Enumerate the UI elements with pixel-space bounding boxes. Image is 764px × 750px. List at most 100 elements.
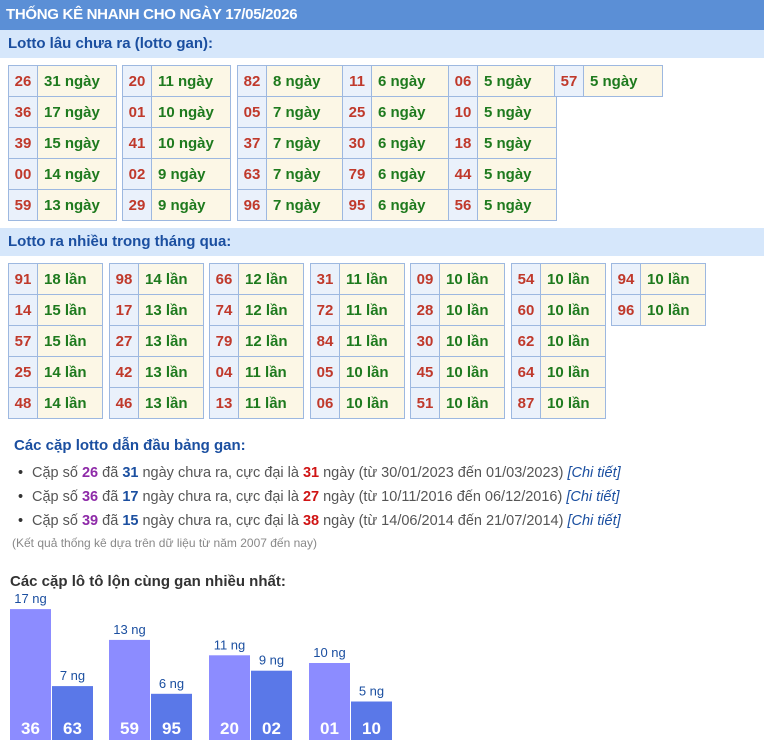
table-row: 87 10 lần [511, 387, 606, 419]
gan-count: 8 ngày [266, 65, 346, 97]
freq-count: 10 lần [540, 263, 606, 295]
bar-pair-label: 02 [262, 719, 281, 738]
gan-count: 6 ngày [371, 127, 451, 159]
gan-count: 10 ngày [151, 96, 231, 128]
lotto-number: 27 [109, 325, 139, 357]
table-row: 79 12 lần [209, 325, 304, 357]
table-row: 37 7 ngày [237, 127, 346, 159]
detail-link[interactable]: [Chi tiết] [567, 465, 620, 481]
gan-count: 5 ngày [477, 96, 557, 128]
lotto-number: 96 [237, 189, 267, 221]
bar-pair-label: 20 [220, 719, 239, 738]
freq-count: 10 lần [540, 387, 606, 419]
lotto-number: 96 [611, 294, 641, 326]
data-note: (Kết quả thống kê dựa trên dữ liệu từ nă… [12, 536, 317, 550]
freq-count: 11 lần [238, 387, 304, 419]
gan-pairs-chart: 17 ng 36 7 ng 63 13 ng 59 6 ng 95 11 ng 20 9 ng 02 1… [10, 591, 392, 740]
gan-count: 6 ngày [371, 158, 451, 190]
bar-pair-label: 36 [21, 719, 40, 738]
lotto-number: 41 [122, 127, 152, 159]
table-row: 95 6 ngày [342, 189, 451, 221]
table-row: 74 12 lần [209, 294, 304, 326]
gan-table: 11 6 ngày 25 6 ngày 30 6 ngày 79 6 ngày 95 6 ngày [342, 65, 451, 221]
lotto-number: 66 [209, 263, 239, 295]
page-title: THỐNG KÊ NHANH CHO NGÀY 17/05/2026 [0, 0, 764, 30]
table-row: 41 10 ngày [122, 127, 231, 159]
lotto-number: 05 [237, 96, 267, 128]
gan-count: 6 ngày [371, 65, 451, 97]
freq-count: 13 lần [138, 356, 204, 388]
freq-count: 13 lần [138, 294, 204, 326]
gan-count: 7 ngày [266, 96, 346, 128]
pair-item: Cặp số 26 đã 31 ngày chưa ra, cực đại là… [14, 461, 754, 485]
gan-count: 11 ngày [151, 65, 231, 97]
gan-count: 15 ngày [37, 127, 117, 159]
bar-pair-label: 10 [362, 719, 381, 738]
freq-section-title: Lotto ra nhiều trong tháng qua: [0, 228, 764, 256]
lotto-number: 29 [122, 189, 152, 221]
freq-count: 11 lần [238, 356, 304, 388]
lotto-number: 42 [109, 356, 139, 388]
lotto-number: 37 [237, 127, 267, 159]
freq-count: 11 lần [339, 263, 405, 295]
gan-count: 17 ngày [37, 96, 117, 128]
lotto-number: 91 [8, 263, 38, 295]
detail-link[interactable]: [Chi tiết] [567, 513, 620, 529]
chart-title: Các cặp lô tô lộn cùng gan nhiều nhất: [10, 573, 286, 590]
gan-count: 7 ngày [266, 127, 346, 159]
freq-count: 10 lần [640, 294, 706, 326]
freq-count: 18 lần [37, 263, 103, 295]
gan-table: 26 31 ngày 36 17 ngày 39 15 ngày 00 14 ngày 59 13… [8, 65, 117, 221]
table-row: 51 10 lần [410, 387, 505, 419]
table-row: 57 15 lần [8, 325, 103, 357]
lotto-number: 14 [8, 294, 38, 326]
bar-value-label: 7 ng [60, 668, 85, 683]
lotto-number: 11 [342, 65, 372, 97]
lotto-number: 72 [310, 294, 340, 326]
table-row: 29 9 ngày [122, 189, 231, 221]
table-row: 31 11 lần [310, 263, 405, 295]
lotto-number: 05 [310, 356, 340, 388]
freq-count: 12 lần [238, 294, 304, 326]
table-row: 48 14 lần [8, 387, 103, 419]
freq-count: 10 lần [439, 263, 505, 295]
bar-value-label: 11 ng [214, 637, 246, 652]
freq-table: 91 18 lần 14 15 lần 57 15 lần 25 14 lần 48 14 lần [8, 263, 103, 419]
table-row: 18 5 ngày [448, 127, 557, 159]
lotto-number: 98 [109, 263, 139, 295]
gan-count: 10 ngày [151, 127, 231, 159]
freq-count: 15 lần [37, 325, 103, 357]
table-row: 11 6 ngày [342, 65, 451, 97]
table-row: 56 5 ngày [448, 189, 557, 221]
lotto-number: 02 [122, 158, 152, 190]
gan-table: 82 8 ngày 05 7 ngày 37 7 ngày 63 7 ngày 96 7 ngày [237, 65, 346, 221]
table-row: 05 10 lần [310, 356, 405, 388]
table-row: 00 14 ngày [8, 158, 117, 190]
table-row: 59 13 ngày [8, 189, 117, 221]
lotto-number: 57 [8, 325, 38, 357]
table-row: 36 17 ngày [8, 96, 117, 128]
lotto-number: 17 [109, 294, 139, 326]
bar-value-label: 6 ng [159, 676, 184, 691]
detail-link[interactable]: [Chi tiết] [566, 489, 619, 505]
bar-pair-label: 59 [120, 719, 139, 738]
lotto-number: 62 [511, 325, 541, 357]
freq-count: 13 lần [138, 387, 204, 419]
gan-count: 6 ngày [371, 96, 451, 128]
table-row: 28 10 lần [410, 294, 505, 326]
lotto-number: 84 [310, 325, 340, 357]
gan-table: 20 11 ngày 01 10 ngày 41 10 ngày 02 9 ngày 29 9 n… [122, 65, 231, 221]
table-row: 54 10 lần [511, 263, 606, 295]
lotto-number: 06 [310, 387, 340, 419]
lotto-number: 36 [8, 96, 38, 128]
freq-count: 15 lần [37, 294, 103, 326]
lotto-number: 63 [237, 158, 267, 190]
table-row: 05 7 ngày [237, 96, 346, 128]
lotto-number: 18 [448, 127, 478, 159]
freq-count: 14 lần [37, 387, 103, 419]
table-row: 13 11 lần [209, 387, 304, 419]
table-row: 30 10 lần [410, 325, 505, 357]
lotto-number: 13 [209, 387, 239, 419]
table-row: 04 11 lần [209, 356, 304, 388]
table-row: 10 5 ngày [448, 96, 557, 128]
